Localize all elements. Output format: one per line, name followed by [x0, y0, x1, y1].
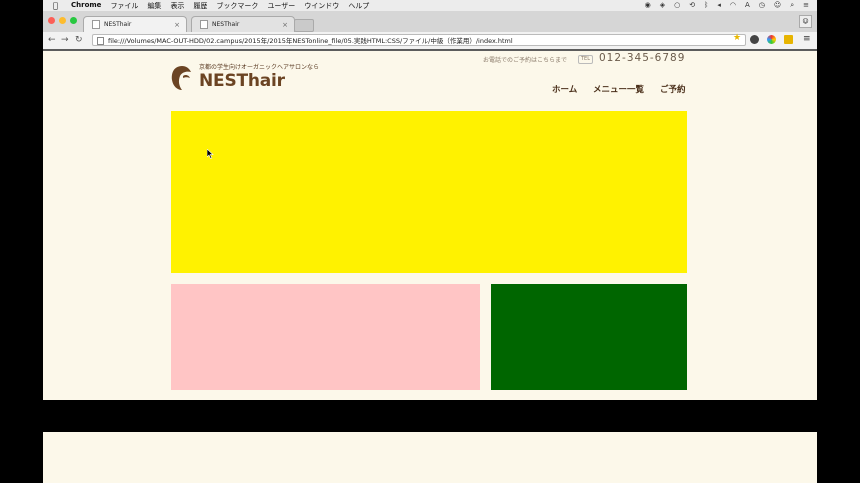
dropbox-icon[interactable]: ◈ [660, 1, 665, 10]
circle-icon[interactable]: ○ [674, 1, 680, 10]
browser-toolbar: ← → ↻ file:///Volumes/MAC-OUT-HDD/02.cam… [43, 32, 817, 51]
macos-menu-bar:  Chrome ファイル 編集 表示 履歴 ブックマーク ユーザー ウインドウ… [43, 0, 817, 11]
menu-user[interactable]: ユーザー [267, 1, 295, 11]
clock-icon[interactable]: ◷ [759, 1, 765, 10]
menu-bookmarks[interactable]: ブックマーク [216, 1, 258, 11]
nav-home[interactable]: ホーム [552, 83, 577, 95]
hero-placeholder [171, 111, 687, 273]
menu-app-name[interactable]: Chrome [71, 1, 101, 11]
bookmark-star-icon[interactable]: ★ [733, 33, 741, 43]
menu-file[interactable]: ファイル [110, 1, 138, 11]
page-icon [92, 20, 100, 29]
volume-icon[interactable]: ◂ [717, 1, 721, 10]
app-menus: Chrome ファイル 編集 表示 履歴 ブックマーク ユーザー ウインドウ ヘ… [71, 1, 369, 11]
notification-center-icon[interactable]: ≡ [803, 1, 809, 10]
menu-history[interactable]: 履歴 [193, 1, 207, 11]
content-box-green [491, 284, 687, 390]
apple-icon[interactable]:  [53, 1, 65, 10]
zoom-window-button[interactable] [70, 17, 77, 24]
menu-help[interactable]: ヘルプ [348, 1, 369, 11]
record-icon[interactable]: ◉ [645, 1, 651, 10]
profile-icon[interactable]: ☺ [799, 15, 812, 28]
page-icon [200, 20, 208, 29]
tab-title: NESThair [212, 21, 240, 28]
menu-view[interactable]: 表示 [170, 1, 184, 11]
tab-strip: NESThair × NESThair × ☺ [43, 11, 817, 33]
tel-badge: TEL [578, 55, 593, 64]
input-source-icon[interactable]: A [745, 1, 750, 10]
color-picker-extension-icon[interactable] [767, 35, 776, 44]
tel-number[interactable]: 012-345-6789 [599, 52, 685, 64]
tel-label: お電話でのご予約はこちらまで [483, 57, 568, 64]
back-arrow-icon[interactable]: ← [48, 35, 56, 45]
user-icon[interactable]: ☺ [774, 1, 781, 10]
nav-reservation[interactable]: ご予約 [660, 83, 686, 95]
forward-arrow-icon[interactable]: → [61, 35, 69, 45]
content-box-pink [171, 284, 480, 390]
site-tagline: 京都の学生向けオーガニックヘアサロンなら [199, 64, 320, 71]
window-controls [48, 17, 77, 24]
chrome-menu-icon[interactable]: ≡ [803, 34, 811, 44]
new-tab-button[interactable] [294, 19, 314, 32]
nav-menu-list[interactable]: メニュー一覧 [593, 83, 644, 95]
page-icon [97, 37, 104, 45]
time-machine-icon[interactable]: ⟲ [689, 1, 695, 10]
close-window-button[interactable] [48, 17, 55, 24]
folder-extension-icon[interactable] [784, 35, 793, 44]
close-tab-icon[interactable]: × [174, 21, 180, 29]
address-bar[interactable]: file:///Volumes/MAC-OUT-HDD/02.campus/20… [92, 34, 746, 46]
extension-icon[interactable] [750, 35, 759, 44]
bluetooth-icon[interactable]: ᛒ [704, 1, 708, 10]
url-text: file:///Volumes/MAC-OUT-HDD/02.campus/20… [108, 37, 513, 45]
web-page: 京都の学生向けオーガニックヘアサロンなら NESThair お電話でのご予約はこ… [43, 51, 817, 400]
web-page-lower-area [43, 432, 817, 483]
mouse-cursor-icon [207, 149, 214, 159]
close-tab-icon[interactable]: × [282, 21, 288, 29]
site-logo-text[interactable]: NESThair [199, 71, 285, 91]
menu-edit[interactable]: 編集 [147, 1, 161, 11]
status-tray: ◉ ◈ ○ ⟲ ᛒ ◂ ◠ A ◷ ☺ ⌕ ≡ [645, 1, 809, 10]
tab-inactive[interactable]: NESThair × [191, 16, 295, 32]
spotlight-icon[interactable]: ⌕ [790, 1, 794, 10]
minimize-window-button[interactable] [59, 17, 66, 24]
menu-window[interactable]: ウインドウ [304, 1, 339, 11]
tab-title: NESThair [104, 21, 132, 28]
reload-icon[interactable]: ↻ [75, 35, 83, 45]
wifi-icon[interactable]: ◠ [730, 1, 736, 10]
tab-active[interactable]: NESThair × [83, 16, 187, 32]
logo-hair-icon[interactable] [171, 65, 193, 91]
